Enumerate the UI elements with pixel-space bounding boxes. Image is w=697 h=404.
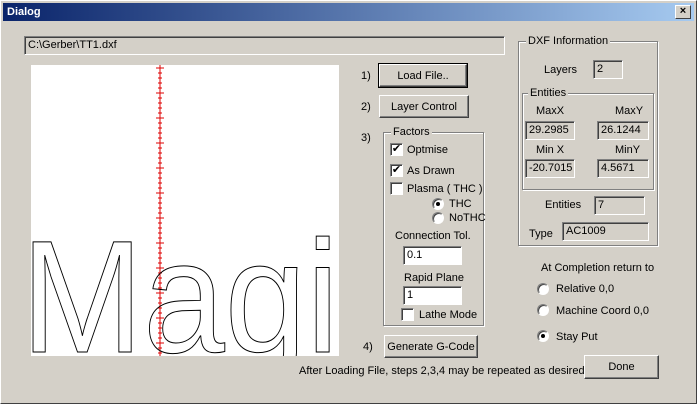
step-4-label: 4) bbox=[363, 341, 373, 353]
thc-label: THC bbox=[449, 198, 472, 210]
as-drawn-label: As Drawn bbox=[407, 165, 455, 177]
nothc-radio[interactable] bbox=[432, 212, 444, 224]
entities-group-legend: Entities bbox=[528, 87, 569, 100]
type-label: Type bbox=[529, 228, 553, 240]
preview-canvas: Magi bbox=[31, 65, 339, 356]
dialog-window: Dialog × C:\Gerber\TT1.dxf Magi 1) Load … bbox=[0, 0, 697, 404]
dxf-information-legend: DXF Information bbox=[526, 35, 611, 48]
plasma-checkbox[interactable] bbox=[390, 182, 403, 195]
minx-value: -20.7015 bbox=[525, 159, 575, 178]
plasma-label: Plasma ( THC ) bbox=[407, 183, 483, 195]
title-bar[interactable]: Dialog × bbox=[3, 3, 694, 21]
step-1-label: 1) bbox=[361, 70, 371, 82]
step-3-label: 3) bbox=[361, 132, 371, 144]
maxx-value: 29.2985 bbox=[525, 121, 575, 140]
load-file-button[interactable]: Load File.. bbox=[378, 63, 468, 88]
connection-tol-input[interactable]: 0.1 bbox=[403, 246, 462, 265]
close-icon: × bbox=[679, 5, 687, 17]
machine-coord-radio[interactable] bbox=[537, 304, 549, 316]
miny-value: 4.5671 bbox=[597, 159, 649, 178]
close-button[interactable]: × bbox=[675, 5, 691, 19]
miny-label: MinY bbox=[615, 144, 641, 156]
maxy-label: MaxY bbox=[615, 105, 644, 117]
optimise-label: Optmise bbox=[407, 144, 448, 156]
stay-put-radio[interactable] bbox=[537, 330, 549, 342]
relative-radio[interactable] bbox=[537, 283, 549, 295]
rapid-plane-label: Rapid Plane bbox=[404, 272, 464, 284]
type-value: AC1009 bbox=[562, 222, 649, 241]
preview-drawing: Magi bbox=[31, 207, 339, 356]
step-2-label: 2) bbox=[361, 101, 371, 113]
nothc-label: NoTHC bbox=[449, 212, 486, 224]
completion-label: At Completion return to bbox=[541, 262, 655, 274]
stay-put-label: Stay Put bbox=[556, 331, 598, 343]
window-title: Dialog bbox=[7, 6, 41, 18]
dxf-preview[interactable]: Magi bbox=[31, 65, 339, 356]
layers-label: Layers bbox=[544, 64, 578, 76]
generate-gcode-button[interactable]: Generate G-Code bbox=[384, 335, 478, 358]
thc-radio[interactable] bbox=[432, 198, 444, 210]
footer-note: After Loading File, steps 2,3,4 may be r… bbox=[299, 365, 588, 377]
maxx-label: MaxX bbox=[536, 105, 565, 117]
factors-legend: Factors bbox=[391, 126, 432, 139]
file-path-field: C:\Gerber\TT1.dxf bbox=[24, 36, 505, 55]
check-icon: ✔ bbox=[391, 143, 402, 155]
check-icon: ✔ bbox=[391, 164, 402, 176]
rapid-plane-input[interactable]: 1 bbox=[403, 286, 462, 305]
lathe-mode-label: Lathe Mode bbox=[419, 309, 478, 321]
layer-control-button[interactable]: Layer Control bbox=[379, 95, 469, 118]
entities-value: 7 bbox=[594, 196, 645, 215]
done-button[interactable]: Done bbox=[584, 355, 659, 379]
machine-coord-label: Machine Coord 0,0 bbox=[556, 305, 649, 317]
optimise-checkbox[interactable]: ✔ bbox=[390, 143, 403, 156]
layers-value: 2 bbox=[593, 60, 623, 79]
relative-label: Relative 0,0 bbox=[556, 283, 615, 295]
entities-label: Entities bbox=[545, 199, 582, 211]
maxy-value: 26.1244 bbox=[597, 121, 649, 140]
connection-tol-label: Connection Tol. bbox=[395, 230, 471, 242]
minx-label: Min X bbox=[536, 144, 565, 156]
lathe-mode-checkbox[interactable] bbox=[401, 308, 414, 321]
as-drawn-checkbox[interactable]: ✔ bbox=[390, 164, 403, 177]
